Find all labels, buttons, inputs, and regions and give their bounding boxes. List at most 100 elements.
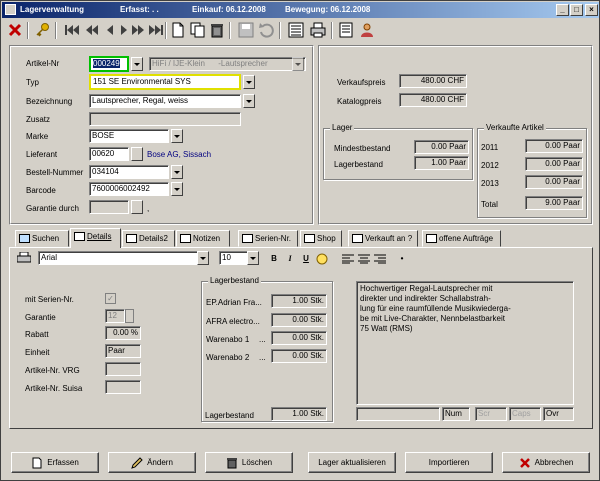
bezeichnung-dropdown-button[interactable] [243, 94, 255, 108]
loeschen-button[interactable]: Löschen [205, 452, 293, 473]
last-record-icon[interactable] [147, 21, 165, 39]
print-icon[interactable] [309, 21, 327, 39]
typ-dropdown-button[interactable] [243, 75, 255, 89]
verkauft-year-label: 2012 [481, 161, 499, 170]
barcode-dropdown-button[interactable] [171, 182, 183, 196]
garantie-durch-lookup-button[interactable] [131, 200, 143, 214]
tab-details[interactable]: Details [70, 228, 121, 248]
lager-location-label: Warenabo 1 [206, 335, 250, 344]
align-center-icon[interactable] [356, 251, 372, 266]
next-page-icon[interactable] [129, 21, 147, 39]
artikel-nr-dropdown-button[interactable] [131, 57, 143, 71]
align-left-icon[interactable] [340, 251, 356, 266]
artikel-nr-vrg-input[interactable] [105, 362, 141, 376]
tab-serien-nr[interactable]: Serien-Nr. [238, 230, 298, 247]
copy-icon[interactable] [189, 21, 207, 39]
artikel-nr-input[interactable]: 000249 [89, 56, 129, 72]
italic-button[interactable]: I [282, 251, 298, 266]
color-picker-icon[interactable] [314, 251, 330, 266]
notes-icon[interactable] [337, 21, 355, 39]
lieferant-input[interactable]: 00620 [89, 147, 129, 161]
tab-shop[interactable]: Shop [300, 230, 342, 247]
num-indicator: Num [442, 407, 470, 421]
main-window: Lagerverwaltung Erfasst: . . Einkauf: 06… [0, 0, 600, 481]
align-right-icon[interactable] [372, 251, 388, 266]
ovr-indicator: Ovr [543, 407, 574, 421]
underline-button[interactable]: U [298, 251, 314, 266]
einheit-input[interactable]: Paar [105, 344, 141, 358]
serien-nr-label: mit Serien-Nr. [25, 295, 74, 304]
lager-aktualisieren-button[interactable]: Lager aktualisieren [308, 452, 396, 473]
bold-button[interactable]: B [266, 251, 282, 266]
aendern-button[interactable]: Ändern [108, 452, 196, 473]
garantie-durch-label: Garantie durch [26, 204, 79, 213]
delete-icon[interactable] [208, 21, 226, 39]
close-window-button[interactable]: × [585, 4, 598, 16]
tab-details2[interactable]: Details2 [122, 230, 175, 247]
typ-label: Typ [26, 78, 39, 87]
bezeichnung-input[interactable]: Lautsprecher, Regal, weiss [89, 94, 241, 108]
einkauf-date: Einkauf: 06.12.2008 [192, 5, 266, 14]
artikel-group-field: HiFi / IJE-Klein -Lautsprecher [149, 57, 306, 71]
mindestbestand-value: 0.00 Paar [414, 140, 469, 154]
chevron-down-icon [200, 256, 206, 260]
marke-dropdown-button[interactable] [171, 129, 183, 143]
save-icon[interactable] [237, 21, 255, 39]
lager-location-dots: ... [259, 353, 266, 362]
new-document-icon [32, 457, 42, 468]
typ-input[interactable]: 151 SE Environmental SYS [89, 74, 241, 90]
bestell-nummer-input[interactable]: 034104 [89, 165, 169, 179]
grid-icon [19, 234, 30, 243]
list-icon [426, 234, 437, 243]
serien-nr-checkbox[interactable]: ✓ [105, 293, 116, 304]
zusatz-label: Zusatz [26, 115, 51, 124]
marke-input[interactable]: BOSE [89, 129, 169, 143]
font-dropdown-button[interactable] [197, 251, 209, 265]
abbrechen-button[interactable]: Abbrechen [502, 452, 590, 473]
prev-page-icon[interactable] [83, 21, 101, 39]
garantie-spinner[interactable] [125, 309, 134, 323]
bullet-button[interactable]: • [394, 251, 410, 266]
chevron-down-icon [250, 256, 256, 260]
lagerbestand-label: Lagerbestand [334, 160, 383, 169]
key-icon[interactable] [33, 21, 51, 39]
importieren-button[interactable]: Importieren [405, 452, 493, 473]
list-icon [242, 234, 253, 243]
new-document-icon[interactable] [169, 21, 187, 39]
garantie-durch-suffix: , [147, 204, 150, 213]
artikel-group-dropdown-button [292, 57, 304, 71]
notes-textarea[interactable]: Hochwertiger Regal-Lautsprecher mit dire… [356, 281, 574, 405]
erfassen-button[interactable]: Erfassen [11, 452, 99, 473]
lieferant-name-link[interactable]: Bose AG, Sissach [147, 150, 211, 159]
chevron-down-icon [246, 80, 252, 84]
list-icon[interactable] [287, 21, 305, 39]
garantie-durch-input[interactable] [89, 200, 129, 214]
bewegung-date: Bewegung: 06.12.2008 [285, 5, 371, 14]
artikel-nr-suisa-input[interactable] [105, 380, 141, 394]
zusatz-input[interactable] [89, 112, 241, 126]
katalogpreis-value: 480.00 CHF [399, 93, 467, 107]
lieferant-lookup-button[interactable] [131, 147, 143, 161]
notes-icon [180, 234, 191, 243]
font-select[interactable]: Arial [38, 251, 208, 265]
undo-icon[interactable] [257, 21, 275, 39]
first-record-icon[interactable] [63, 21, 81, 39]
barcode-input[interactable]: 7600006002492 [89, 182, 169, 196]
bestell-nummer-dropdown-button[interactable] [171, 165, 183, 179]
tab-offene-auftraege[interactable]: offene Aufträge [422, 230, 501, 247]
rabatt-input[interactable]: 0.00 % [105, 326, 141, 340]
search-person-icon[interactable] [358, 21, 376, 39]
close-icon[interactable] [6, 21, 24, 39]
marke-label: Marke [26, 132, 49, 141]
print-icon[interactable] [16, 251, 32, 265]
garantie-label: Garantie [25, 313, 56, 322]
lager-location-value: 0.00 Stk. [271, 349, 327, 363]
tab-verkauft-an[interactable]: Verkauft an ? [348, 230, 418, 247]
tab-suchen[interactable]: Suchen [15, 230, 69, 247]
title-bar: Lagerverwaltung Erfasst: . . Einkauf: 06… [2, 2, 599, 18]
garantie-input[interactable]: 12 [105, 309, 125, 323]
maximize-button[interactable]: □ [570, 4, 583, 16]
font-size-dropdown-button[interactable] [247, 251, 259, 265]
minimize-button[interactable]: _ [556, 4, 569, 16]
tab-notizen[interactable]: Notizen [176, 230, 230, 247]
